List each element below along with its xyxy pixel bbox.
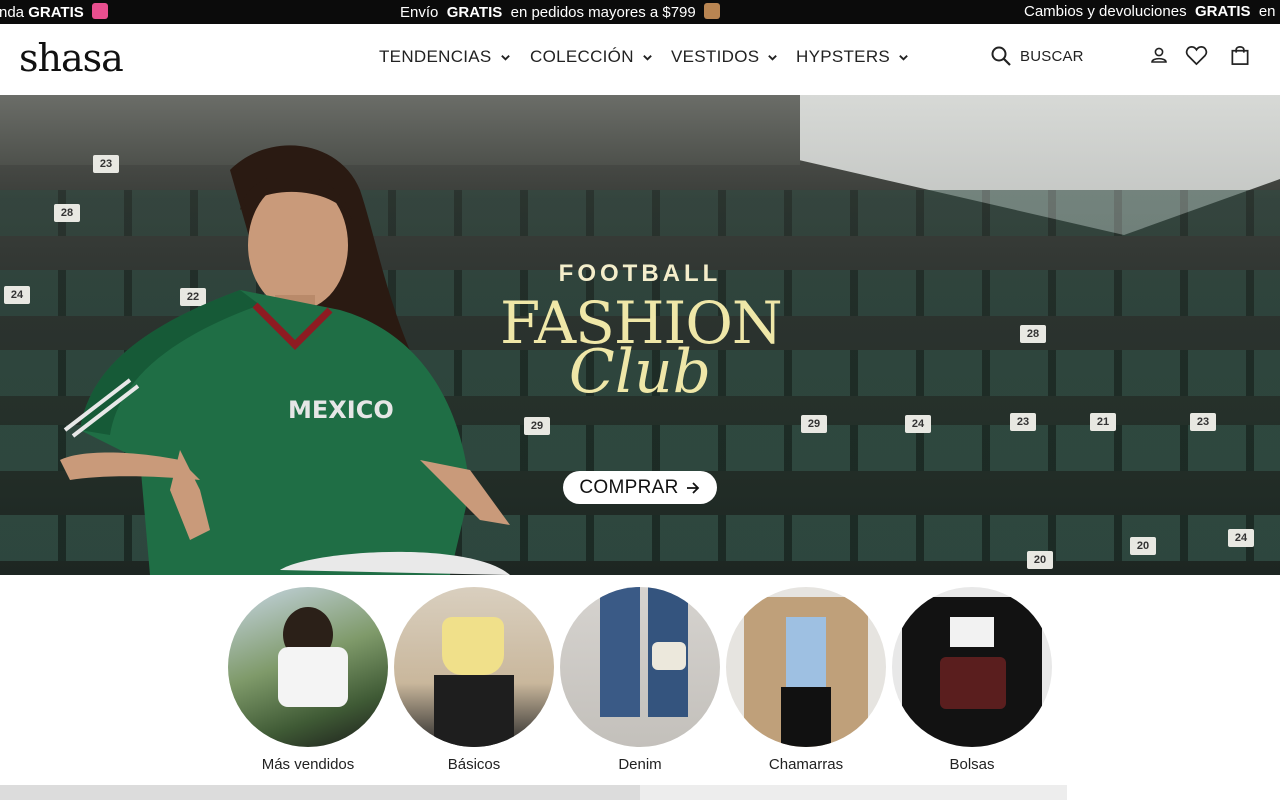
seat-number: 21	[1090, 413, 1116, 431]
chevron-down-icon	[899, 54, 908, 61]
announcement-left: nda GRATIS	[0, 3, 108, 21]
category-basicos[interactable]: Básicos	[394, 587, 554, 773]
announcement-right: Cambios y devoluciones GRATIS en	[1024, 3, 1276, 20]
hero-title-line1: FOOTBALL	[558, 260, 722, 287]
package-emoji-icon	[703, 3, 720, 19]
search-button[interactable]: BUSCAR	[990, 45, 1084, 67]
announcement-bar: nda GRATIS Envío GRATIS en pedidos mayor…	[0, 0, 1280, 24]
category-chamarras[interactable]: Chamarras	[726, 587, 886, 773]
category-label: Básicos	[447, 756, 501, 773]
hero-banner[interactable]: 24 28 23 22 24 28 29 29 20 20 24 23 21 2…	[0, 95, 1280, 575]
announcement-center: Envío GRATIS en pedidos mayores a $799	[400, 3, 720, 21]
seat-number: 20	[1027, 551, 1053, 569]
jersey-text: MEXICO	[288, 396, 394, 424]
chevron-down-icon	[642, 54, 652, 61]
search-icon	[991, 46, 1011, 66]
seat-number: 29	[801, 415, 827, 433]
nav-item-hypsters[interactable]: HYPSTERS	[796, 47, 909, 67]
category-mas-vendidos[interactable]: Más vendidos	[228, 587, 388, 773]
category-image	[892, 587, 1052, 747]
seat-number: 24	[1228, 529, 1254, 547]
seat-number: 20	[1130, 537, 1156, 555]
seat-number: 28	[1020, 325, 1046, 343]
arrow-right-icon	[686, 481, 699, 494]
category-label: Bolsas	[949, 756, 995, 773]
seat-number: 23	[1010, 413, 1036, 431]
promo-tile-right[interactable]	[640, 785, 1067, 800]
seat-number: 23	[1190, 413, 1216, 431]
category-label: Más vendidos	[261, 756, 355, 773]
category-label: Denim	[618, 756, 662, 773]
chevron-down-icon	[768, 54, 778, 61]
promo-tile-left[interactable]	[0, 785, 640, 800]
category-bolsas[interactable]: Bolsas	[892, 587, 1052, 773]
shopping-bag-emoji-icon	[91, 3, 108, 19]
category-image	[394, 587, 554, 747]
site-header: shasa TENDENCIAS COLECCIÓN VESTIDOS HYPS…	[0, 24, 1280, 95]
main-nav: TENDENCIAS COLECCIÓN VESTIDOS HYPSTERS	[379, 47, 909, 67]
category-list: Más vendidos Básicos Denim Chamarras Bol…	[228, 587, 1058, 773]
seat-number: 24	[4, 286, 30, 304]
category-denim[interactable]: Denim	[560, 587, 720, 773]
chevron-down-icon	[500, 54, 510, 61]
nav-item-coleccion[interactable]: COLECCIÓN	[530, 47, 671, 67]
nav-item-tendencias[interactable]: TENDENCIAS	[379, 47, 530, 67]
search-label: BUSCAR	[1020, 47, 1084, 65]
hero-title: FOOTBALL FASHION Club	[500, 260, 783, 402]
category-image	[228, 587, 388, 747]
bag-icon[interactable]	[1230, 45, 1250, 66]
seat-number: 24	[905, 415, 931, 433]
category-image	[726, 587, 886, 747]
user-icon[interactable]	[1149, 45, 1169, 65]
comprar-button[interactable]: COMPRAR	[563, 471, 717, 504]
nav-item-vestidos[interactable]: VESTIDOS	[671, 47, 796, 67]
category-image	[560, 587, 720, 747]
brand-logo[interactable]: shasa	[19, 36, 124, 80]
category-label: Chamarras	[768, 756, 844, 773]
heart-icon[interactable]	[1185, 45, 1208, 66]
